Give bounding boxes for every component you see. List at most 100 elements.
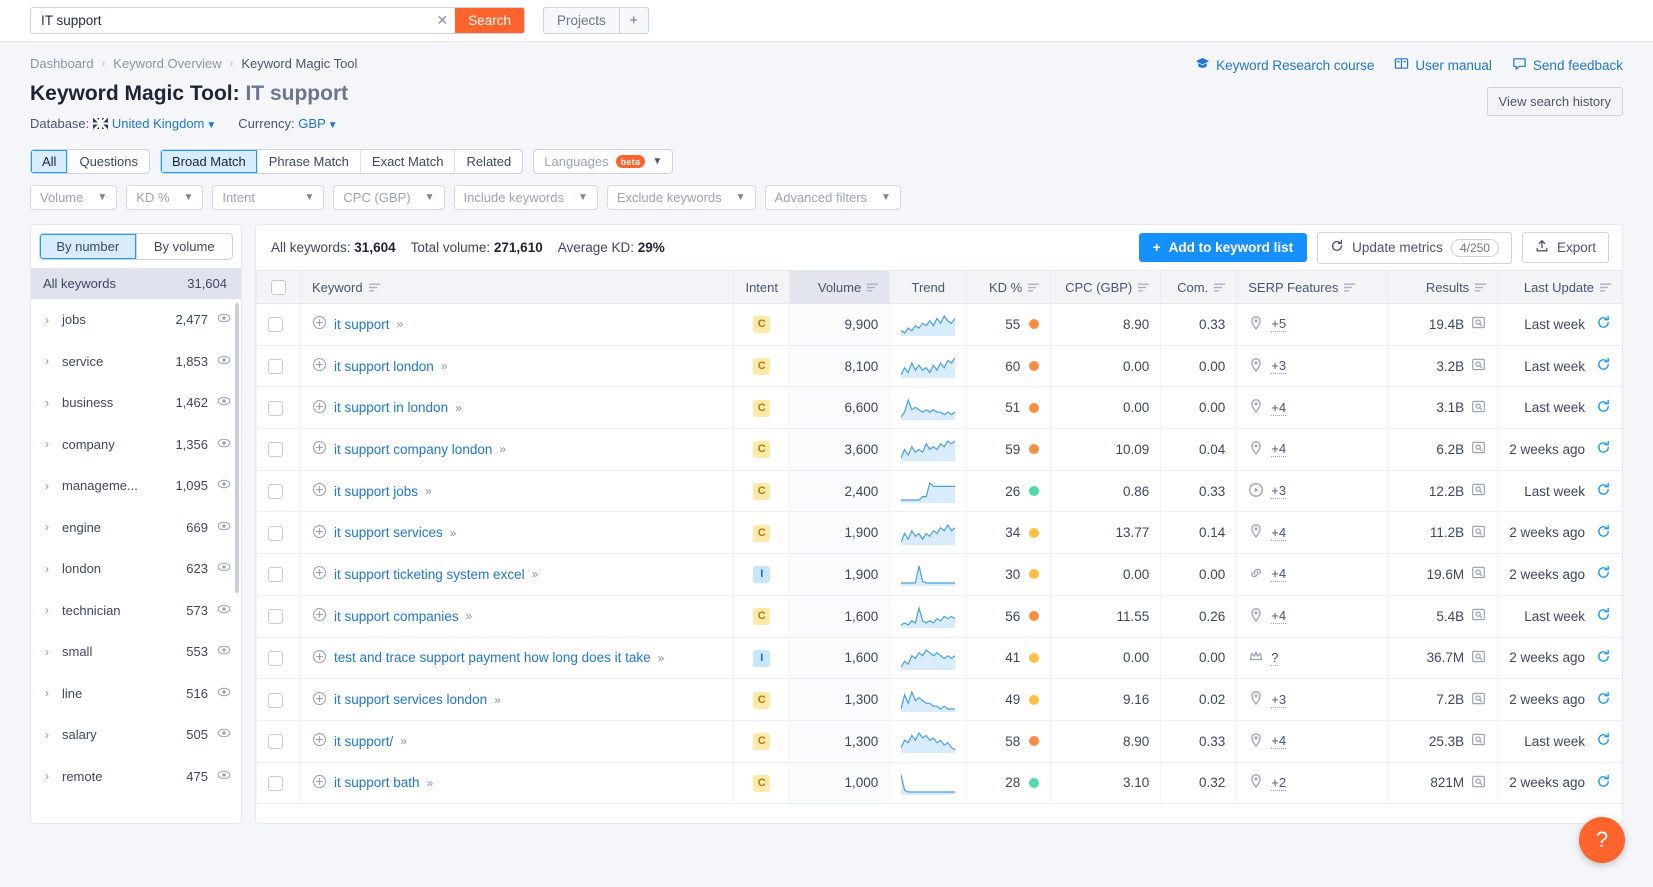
sort-icon[interactable] xyxy=(867,280,879,295)
keyword-cell[interactable]: it support/ » xyxy=(299,720,734,763)
sidebar-item-line[interactable]: › line 516 xyxy=(31,673,241,715)
add-keyword-icon[interactable] xyxy=(312,649,327,667)
intent-cell[interactable]: C xyxy=(733,595,790,638)
keyword-link[interactable]: it support company london xyxy=(334,442,492,457)
view-search-history-button[interactable]: View search history xyxy=(1486,87,1623,116)
eye-icon[interactable] xyxy=(217,643,231,660)
serp-features-count[interactable]: +4 xyxy=(1271,566,1287,583)
serp-features-count[interactable]: +4 xyxy=(1271,733,1287,750)
serp-features-cell[interactable]: +5 xyxy=(1236,303,1388,346)
chevron-down-icon[interactable]: ▼ xyxy=(736,192,746,203)
intent-cell[interactable]: I xyxy=(733,553,790,596)
keyword-link[interactable]: it support london xyxy=(334,359,434,374)
languages-dropdown[interactable]: Languages beta ▼ xyxy=(533,149,674,174)
serp-features-count[interactable]: +4 xyxy=(1271,525,1287,541)
clear-search-icon[interactable]: ✕ xyxy=(429,8,455,33)
eye-icon[interactable] xyxy=(217,477,231,494)
keyword-link[interactable]: it support/ xyxy=(334,734,393,749)
filter-kd[interactable]: KD % ▼ xyxy=(126,185,204,210)
serp-preview-icon[interactable] xyxy=(1471,440,1486,458)
keyword-cell[interactable]: it support in london » xyxy=(299,386,734,430)
serp-preview-icon[interactable] xyxy=(1471,732,1486,750)
expand-keyword-icon[interactable]: » xyxy=(441,359,448,373)
serp-features-cell[interactable]: +4 xyxy=(1236,595,1388,638)
filter-include-keywords[interactable]: Include keywords ▼ xyxy=(453,185,598,210)
sidebar-scrollbar[interactable] xyxy=(235,303,239,593)
serp-features-count[interactable]: +4 xyxy=(1271,608,1287,625)
intent-cell[interactable]: I xyxy=(733,637,790,680)
serp-features-count[interactable]: +3 xyxy=(1271,358,1287,375)
row-checkbox[interactable] xyxy=(268,692,283,708)
intent-cell[interactable]: C xyxy=(733,511,790,555)
refresh-icon[interactable] xyxy=(1596,774,1611,792)
chevron-down-icon[interactable]: ▼ xyxy=(328,120,338,131)
sidebar-item-remote[interactable]: › remote 475 xyxy=(31,756,241,798)
refresh-icon[interactable] xyxy=(1596,732,1611,750)
sidebar-item-business[interactable]: › business 1,462 xyxy=(31,382,241,424)
row-checkbox[interactable] xyxy=(268,442,283,458)
expand-keyword-icon[interactable]: » xyxy=(466,609,473,623)
row-checkbox[interactable] xyxy=(268,734,283,750)
tab-broad-match[interactable]: Broad Match xyxy=(161,150,258,173)
chevron-down-icon[interactable]: ▼ xyxy=(206,120,216,131)
add-keyword-icon[interactable] xyxy=(312,315,327,333)
column-header-serp-features[interactable]: SERP Features xyxy=(1236,270,1388,304)
table-row[interactable]: it support/ » C 1,300 58 8.90 0.33 +4 25.3B Last … xyxy=(256,720,1622,763)
eye-icon[interactable] xyxy=(217,394,231,411)
serp-features-count[interactable]: +2 xyxy=(1271,775,1287,791)
sort-icon[interactable] xyxy=(1475,280,1487,295)
filter-exclude-keywords[interactable]: Exclude keywords ▼ xyxy=(606,185,756,210)
send-feedback-link[interactable]: Send feedback xyxy=(1512,56,1623,74)
table-row[interactable]: it support in london » C 6,600 51 0.00 0.00 +4 3… xyxy=(256,386,1622,430)
chevron-down-icon[interactable]: ▼ xyxy=(97,192,107,203)
refresh-icon[interactable] xyxy=(1596,357,1611,375)
sort-icon[interactable] xyxy=(1344,280,1356,295)
chevron-right-icon[interactable]: › xyxy=(45,645,62,659)
chevron-down-icon[interactable]: ▼ xyxy=(184,192,194,203)
map-pin-icon[interactable] xyxy=(1248,607,1264,626)
eye-icon[interactable] xyxy=(217,768,231,785)
keyword-research-course-link[interactable]: Keyword Research course xyxy=(1195,56,1374,74)
row-select-cell[interactable] xyxy=(256,595,301,638)
sort-icon[interactable] xyxy=(1600,280,1611,295)
row-checkbox[interactable] xyxy=(268,567,283,583)
sidebar-item-small[interactable]: › small 553 xyxy=(31,631,241,673)
row-select-cell[interactable] xyxy=(256,553,301,596)
eye-icon[interactable] xyxy=(217,560,231,577)
search-input[interactable] xyxy=(31,8,430,33)
expand-keyword-icon[interactable]: » xyxy=(658,651,665,665)
keyword-cell[interactable]: it support bath » xyxy=(299,762,734,805)
map-pin-icon[interactable] xyxy=(1248,315,1264,334)
chevron-right-icon[interactable]: › xyxy=(45,520,62,534)
chevron-down-icon[interactable]: ▼ xyxy=(652,156,662,167)
keyword-cell[interactable]: it support jobs » xyxy=(299,470,734,513)
intent-cell[interactable]: C xyxy=(733,762,790,805)
keyword-cell[interactable]: it support services london » xyxy=(299,678,734,721)
breadcrumb-keyword-overview[interactable]: Keyword Overview xyxy=(113,56,221,71)
table-row[interactable]: it support companies » C 1,600 56 11.55 0.26 +4… xyxy=(256,595,1622,638)
column-header-cpc--gbp[interactable]: CPC (GBP) xyxy=(1050,270,1161,304)
sort-icon[interactable] xyxy=(368,280,380,295)
sidebar-item-london[interactable]: › london 623 xyxy=(31,548,241,590)
chevron-right-icon[interactable]: › xyxy=(45,354,62,368)
serp-preview-icon[interactable] xyxy=(1471,774,1486,792)
expand-keyword-icon[interactable]: » xyxy=(397,317,404,331)
keyword-cell[interactable]: it support london » xyxy=(299,345,734,388)
map-pin-icon[interactable] xyxy=(1248,690,1264,709)
keyword-link[interactable]: it support ticketing system excel xyxy=(334,567,525,582)
sidebar-item-technician[interactable]: › technician 573 xyxy=(31,590,241,632)
row-select-cell[interactable] xyxy=(256,345,301,388)
chevron-right-icon[interactable]: › xyxy=(45,396,62,410)
filter-advanced[interactable]: Advanced filters ▼ xyxy=(764,185,901,210)
serp-features-cell[interactable]: +4 xyxy=(1236,720,1388,763)
row-select-cell[interactable] xyxy=(256,762,301,805)
update-metrics-button[interactable]: Update metrics 4/250 xyxy=(1317,231,1512,264)
serp-features-cell[interactable]: +3 xyxy=(1236,345,1388,388)
chevron-right-icon[interactable]: › xyxy=(45,562,62,576)
expand-keyword-icon[interactable]: » xyxy=(494,693,501,707)
row-checkbox[interactable] xyxy=(268,525,283,541)
eye-icon[interactable] xyxy=(217,311,231,328)
row-checkbox[interactable] xyxy=(268,650,283,666)
eye-icon[interactable] xyxy=(217,685,231,702)
serp-features-count[interactable]: +3 xyxy=(1271,483,1287,500)
